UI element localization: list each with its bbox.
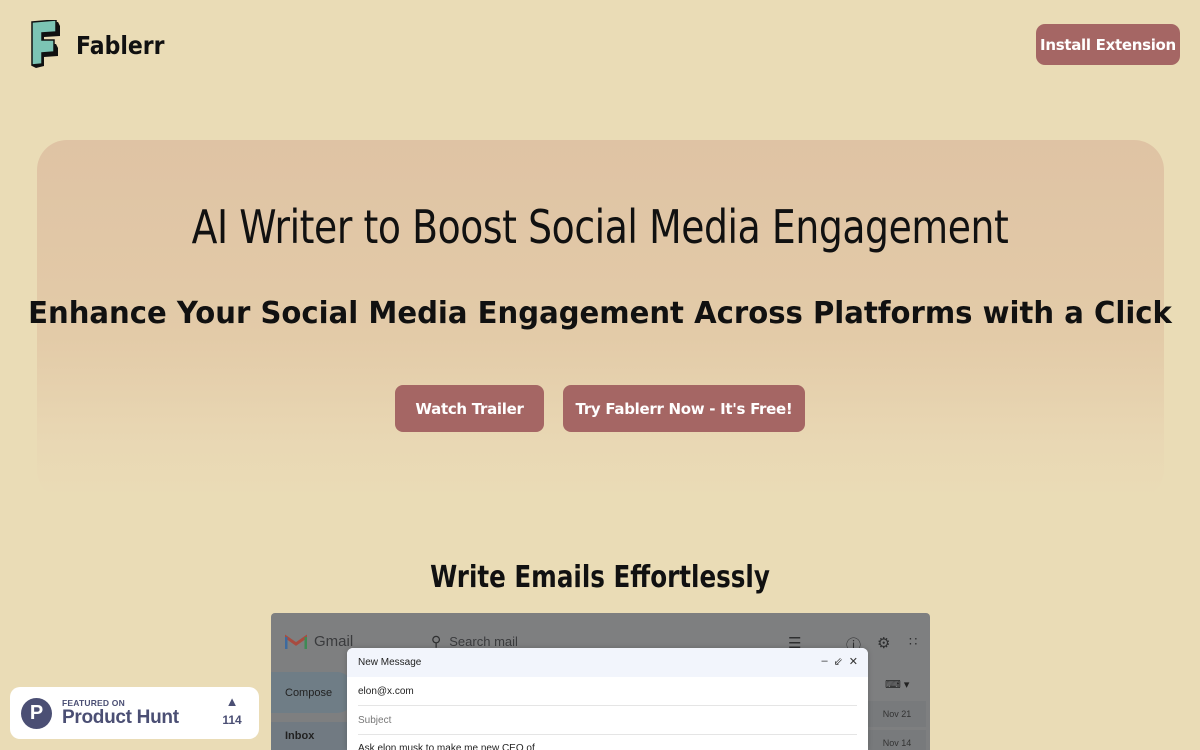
keyboard-icon: ⌨ ▾ xyxy=(885,679,910,691)
product-hunt-text: FEATURED ON Product Hunt xyxy=(62,698,179,729)
product-hunt-logo-icon: P xyxy=(21,697,52,729)
upvote-count: 114 xyxy=(222,713,242,727)
hero-subtitle: Enhance Your Social Media Engagement Acr… xyxy=(28,296,1172,331)
fablerr-f-logo-icon xyxy=(31,20,60,68)
close-icon: ✕ xyxy=(848,656,858,668)
gmail-inbox-item: Inbox xyxy=(271,722,353,750)
hero-title: AI Writer to Boost Social Media Engageme… xyxy=(191,200,1009,254)
brand-logo[interactable]: Fablerr xyxy=(30,20,177,70)
mail-date: Nov 14 xyxy=(868,730,926,750)
install-extension-button[interactable]: Install Extension xyxy=(1036,24,1180,65)
apps-grid-icon: ∷ xyxy=(909,634,918,649)
compose-to-field: elon@x.com xyxy=(358,677,857,706)
watch-trailer-button[interactable]: Watch Trailer xyxy=(395,385,544,432)
product-hunt-name: Product Hunt xyxy=(62,706,179,728)
gmail-search-placeholder: Search mail xyxy=(449,634,518,649)
upvote-triangle-icon: ▲ xyxy=(225,694,239,709)
minimize-icon: – xyxy=(821,655,828,667)
mail-date: Nov 21 xyxy=(868,701,926,727)
gmail-m-icon xyxy=(285,633,307,649)
compose-window-controls: – ⇙ ✕ xyxy=(821,655,858,668)
try-fablerr-button[interactable]: Try Fablerr Now - It's Free! xyxy=(563,385,805,432)
site-header: Fablerr Install Extension xyxy=(0,0,1200,90)
compose-header: New Message – ⇙ ✕ xyxy=(347,648,868,677)
gmail-compose-window: New Message – ⇙ ✕ elon@x.com Subject Ask… xyxy=(347,648,868,750)
compose-title: New Message xyxy=(358,657,422,668)
exit-fullscreen-icon: ⇙ xyxy=(833,656,843,668)
feature-title: Write Emails Effortlessly xyxy=(430,560,770,595)
gear-icon: ⚙ xyxy=(877,635,891,652)
gmail-compose-button: Compose xyxy=(271,672,353,713)
brand-name: Fablerr xyxy=(76,30,165,60)
gmail-logo: Gmail xyxy=(285,633,353,650)
product-hunt-badge[interactable]: P FEATURED ON Product Hunt ▲ 114 xyxy=(10,687,259,739)
compose-subject-field: Subject xyxy=(358,706,857,735)
product-hunt-votes: ▲ 114 xyxy=(220,694,244,728)
compose-body: Ask elon musk to make me new CEO of xyxy=(358,743,535,750)
